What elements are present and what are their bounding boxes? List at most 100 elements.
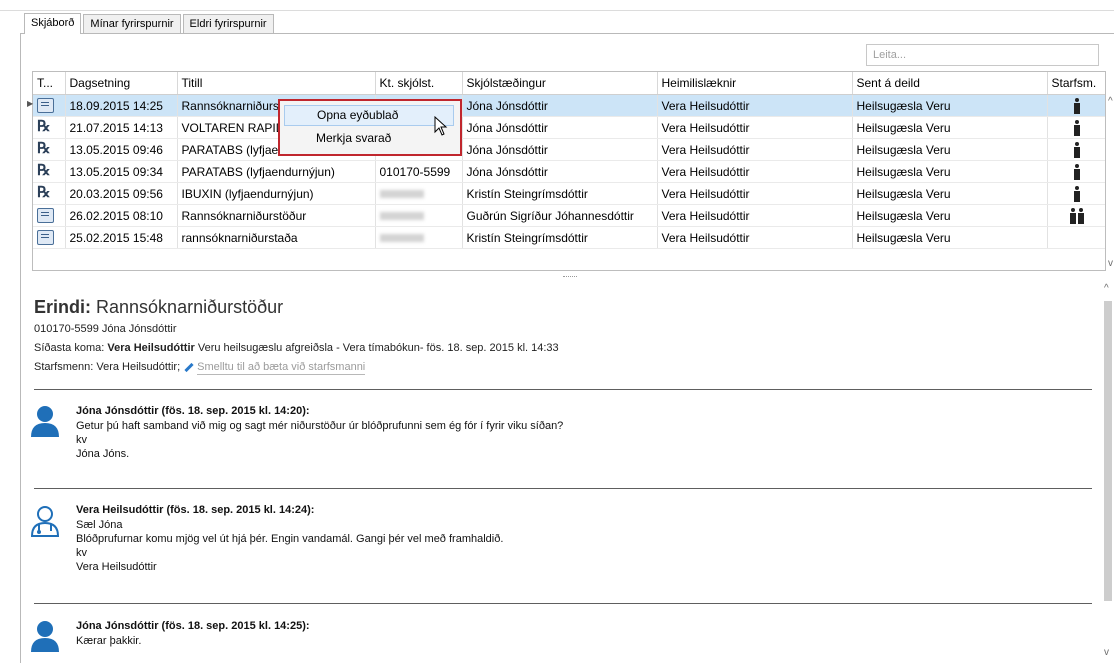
message-divider xyxy=(34,603,1092,604)
cell-type: ℞ xyxy=(33,160,66,183)
cell-staff xyxy=(1047,94,1105,117)
search-input[interactable] xyxy=(866,44,1099,66)
message-divider xyxy=(34,488,1092,489)
table-row[interactable]: ℞ 13.05.2015 09:34 PARATABS (lyfjaendurnýj… xyxy=(33,160,1105,183)
cell-doctor: Vera Heilsudóttir xyxy=(657,94,853,117)
cell-staff xyxy=(1047,204,1105,227)
column-header-client[interactable]: Skjólstæðingur xyxy=(462,72,658,95)
cell-date: 21.07.2015 14:13 xyxy=(65,116,178,139)
cell-department: Heilsugæsla Veru xyxy=(852,138,1048,161)
cell-type: ℞ xyxy=(33,116,66,139)
message-item: Jóna Jónsdóttir (fös. 18. sep. 2015 kl. … xyxy=(76,405,564,460)
cell-doctor: Vera Heilsudóttir xyxy=(657,138,853,161)
grid-scroll-up-icon[interactable]: ^ xyxy=(1108,96,1113,107)
single-person-icon xyxy=(1073,163,1081,180)
pencil-icon xyxy=(184,362,194,372)
cell-doctor: Vera Heilsudóttir xyxy=(657,160,853,183)
patient-avatar-icon xyxy=(31,406,59,437)
message-icon xyxy=(37,208,54,224)
single-person-icon xyxy=(1073,97,1081,114)
cell-title: IBUXIN (lyfjaendurnýjun) xyxy=(177,182,376,205)
column-header-date[interactable]: Dagsetning xyxy=(65,72,178,95)
add-staff-link[interactable]: Smelltu til að bæta við starfsmanni xyxy=(197,361,366,375)
cell-date: 25.02.2015 15:48 xyxy=(65,226,178,249)
tab-my-queries[interactable]: Mínar fyrirspurnir xyxy=(83,14,181,33)
cell-staff xyxy=(1047,138,1105,161)
redacted-id xyxy=(379,212,424,221)
current-row-arrow-icon: ▶ xyxy=(27,99,34,108)
cell-client: Kristín Steingrímsdóttir xyxy=(462,226,658,249)
tab-dashboard[interactable]: Skjáborð xyxy=(24,13,82,34)
column-header-department[interactable]: Sent á deild xyxy=(852,72,1048,95)
cell-client: Jóna Jónsdóttir xyxy=(462,94,658,117)
table-row[interactable]: 26.02.2015 08:10 Rannsóknarniðurstöður Guð… xyxy=(33,204,1105,227)
column-header-type[interactable]: T... xyxy=(33,72,66,95)
cell-type xyxy=(33,226,66,249)
table-row[interactable]: 18.09.2015 14:25 Rannsóknarniðurs Jóna Jón… xyxy=(33,94,1105,117)
menu-item-open-form[interactable]: Opna eyðublað xyxy=(284,105,454,126)
cell-date: 18.09.2015 14:25 xyxy=(65,94,178,117)
cell-type: ℞ xyxy=(33,138,66,161)
message-icon xyxy=(37,98,54,114)
single-person-icon xyxy=(1073,119,1081,136)
message-icon xyxy=(37,230,54,246)
message-author: Jóna Jónsdóttir (fös. 18. sep. 2015 kl. … xyxy=(76,620,310,632)
detail-scrollbar[interactable]: ^ v xyxy=(1101,281,1114,662)
tab-strip: Skjáborð Mínar fyrirspurnir Eldri fyrirs… xyxy=(24,13,276,34)
cell-kt xyxy=(375,204,463,227)
cell-type xyxy=(33,94,66,117)
table-row[interactable]: 25.02.2015 15:48 rannsóknarniðurstaða Kris… xyxy=(33,226,1105,249)
redacted-id xyxy=(379,234,424,243)
scroll-down-icon[interactable]: v xyxy=(1104,647,1109,658)
cell-title: Rannsóknarniðurstöður xyxy=(177,204,376,227)
redacted-id xyxy=(379,190,424,199)
tab-older-queries[interactable]: Eldri fyrirspurnir xyxy=(182,14,274,33)
cell-department: Heilsugæsla Veru xyxy=(852,160,1048,183)
cell-doctor: Vera Heilsudóttir xyxy=(657,204,853,227)
cell-client: Jóna Jónsdóttir xyxy=(462,160,658,183)
inbox-table: T... Dagsetning Titill Kt. skjólst. Skjó… xyxy=(33,72,1105,249)
grid-scroll-down-icon[interactable]: v xyxy=(1108,258,1113,269)
cell-client: Jóna Jónsdóttir xyxy=(462,116,658,139)
rx-icon: ℞ xyxy=(37,119,51,135)
message-item: Vera Heilsudóttir (fös. 18. sep. 2015 kl… xyxy=(76,504,504,573)
top-bar xyxy=(0,0,1114,11)
patient-line: 010170-5599 Jóna Jónsdóttir xyxy=(34,323,177,335)
cell-department: Heilsugæsla Veru xyxy=(852,226,1048,249)
menu-item-mark-answered[interactable]: Merkja svarað xyxy=(284,128,454,149)
cell-type xyxy=(33,204,66,227)
column-header-doctor[interactable]: Heimilislæknir xyxy=(657,72,853,95)
column-header-title[interactable]: Titill xyxy=(177,72,376,95)
table-row[interactable]: ℞ 20.03.2015 09:56 IBUXIN (lyfjaendurnýjun… xyxy=(33,182,1105,205)
cell-title: rannsóknarniðurstaða xyxy=(177,226,376,249)
cell-doctor: Vera Heilsudóttir xyxy=(657,226,853,249)
cell-doctor: Vera Heilsudóttir xyxy=(657,116,853,139)
scroll-up-icon[interactable]: ^ xyxy=(1104,283,1109,294)
cell-department: Heilsugæsla Veru xyxy=(852,116,1048,139)
last-visit-line: Síðasta koma: Vera Heilsudóttir Veru hei… xyxy=(34,342,559,354)
message-author: Vera Heilsudóttir (fös. 18. sep. 2015 kl… xyxy=(76,504,315,516)
detail-pane: Erindi: Rannsóknarniðurstöður 010170-559… xyxy=(20,281,1101,662)
column-header-staff[interactable]: Starfsm. xyxy=(1047,72,1105,95)
rx-icon: ℞ xyxy=(37,163,51,179)
table-row[interactable]: ℞ 13.05.2015 09:46 PARATABS (lyfjae Jóna Jó… xyxy=(33,138,1105,161)
pane-splitter[interactable] xyxy=(33,275,1105,279)
cell-title: PARATABS (lyfjaendurnýjun) xyxy=(177,160,376,183)
cell-kt: 010170-5599 xyxy=(375,160,463,183)
message-item: Jóna Jónsdóttir (fös. 18. sep. 2015 kl. … xyxy=(76,620,310,647)
table-header-row: T... Dagsetning Titill Kt. skjólst. Skjó… xyxy=(33,72,1105,95)
two-persons-icon xyxy=(1069,207,1085,224)
cell-department: Heilsugæsla Veru xyxy=(852,94,1048,117)
single-person-icon xyxy=(1073,185,1081,202)
cell-staff xyxy=(1047,116,1105,139)
cell-client: Guðrún Sigríður Jóhannesdóttir xyxy=(462,204,658,227)
cell-doctor: Vera Heilsudóttir xyxy=(657,182,853,205)
scrollbar-thumb[interactable] xyxy=(1104,301,1112,601)
cell-staff xyxy=(1047,160,1105,183)
patient-avatar-icon xyxy=(31,621,59,652)
column-header-kt[interactable]: Kt. skjólst. xyxy=(375,72,463,95)
single-person-icon xyxy=(1073,141,1081,158)
cell-client: Kristín Steingrímsdóttir xyxy=(462,182,658,205)
table-row[interactable]: ℞ 21.07.2015 14:13 VOLTAREN RAPID Jóna Jóns… xyxy=(33,116,1105,139)
cell-staff xyxy=(1047,182,1105,205)
